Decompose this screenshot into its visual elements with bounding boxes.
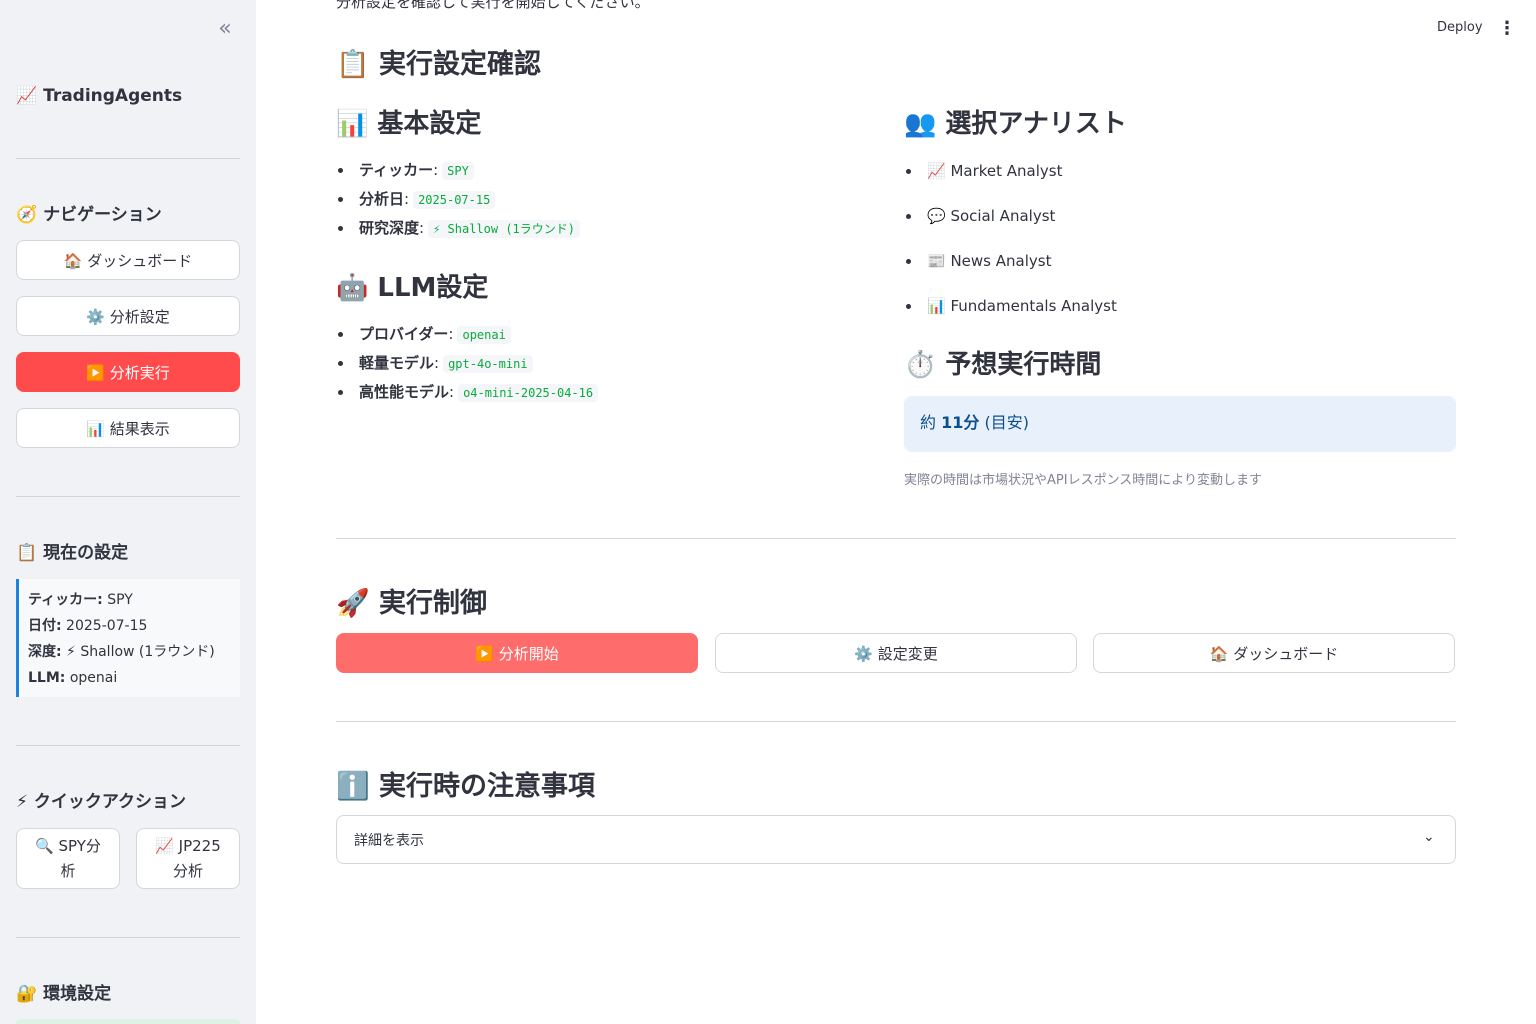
main-menu-icon[interactable]: ⋮ [1498, 19, 1516, 39]
analysts-list: 📈 Market Analyst 💬 Social Analyst 📰 News… [904, 156, 1117, 336]
list-item: 高性能モデル: o4-mini-2025-04-16 [336, 378, 599, 407]
expander-label: 詳細を表示 [354, 833, 424, 849]
estimated-time-box: 約 11分 (目安) [904, 396, 1456, 452]
nav-dashboard-button[interactable]: 🏠 ダッシュボード [16, 240, 240, 280]
current-settings-box: ティッカー: SPY 日付: 2025-07-15 深度: ⚡ Shallow … [16, 579, 240, 697]
section-divider [336, 538, 1456, 539]
list-item: 研究深度: ⚡ Shallow (1ラウンド) [336, 214, 580, 243]
analyst-item: 📰 News Analyst [904, 246, 1117, 291]
start-analysis-button[interactable]: ▶️ 分析開始 [336, 633, 698, 673]
llm-settings-list: プロバイダー: openai 軽量モデル: gpt-4o-mini 高性能モデル: o… [336, 320, 599, 407]
current-llm: LLM: openai [28, 670, 118, 686]
chevron-down-icon: ⌄ [1423, 829, 1435, 845]
intro-text: 分析設定を確認して実行を開始してください。 [336, 0, 650, 11]
basic-settings-list: ティッカー: SPY 分析日: 2025-07-15 研究深度: ⚡ Shallow … [336, 156, 580, 243]
list-item: 分析日: 2025-07-15 [336, 185, 580, 214]
sidebar-divider [16, 158, 240, 159]
dashboard-button[interactable]: 🏠 ダッシュボード [1093, 633, 1455, 673]
analyst-item: 💬 Social Analyst [904, 201, 1117, 246]
analyst-item: 📊 Fundamentals Analyst [904, 291, 1117, 336]
env-settings-title: 🔐 環境設定 [16, 984, 112, 1004]
list-item: ティッカー: SPY [336, 156, 580, 185]
collapse-sidebar-icon[interactable]: « [213, 18, 237, 42]
deploy-button[interactable]: Deploy [1437, 20, 1483, 35]
confirm-title: 📋 実行設定確認 [336, 49, 542, 80]
estimated-time-title: ⏱️ 予想実行時間 [904, 350, 1102, 380]
nav-title: 🧭 ナビゲーション [16, 205, 162, 225]
details-expander[interactable]: 詳細を表示 ⌄ [336, 815, 1456, 864]
list-item: 軽量モデル: gpt-4o-mini [336, 349, 598, 378]
quick-spy-analysis-button[interactable]: 🔍 SPY分 析 [16, 828, 120, 889]
current-settings-title: 📋 現在の設定 [16, 543, 129, 563]
llm-settings-title: 🤖 LLM設定 [336, 273, 489, 303]
sidebar: « 📈 TradingAgents 🧭 ナビゲーション 🏠 ダッシュボード ⚙️… [0, 0, 256, 1024]
quick-jp225-analysis-button[interactable]: 📈 JP225 分析 [136, 828, 240, 889]
sidebar-divider [16, 496, 240, 497]
current-date: 日付: 2025-07-15 [28, 618, 148, 634]
nav-results-button[interactable]: 📊 結果表示 [16, 408, 240, 448]
current-depth: 深度: ⚡ Shallow (1ラウンド) [28, 644, 215, 660]
env-status-box [16, 1019, 240, 1024]
estimated-time-caption: 実際の時間は市場状況やAPIレスポンス時間により変動します [904, 473, 1263, 488]
selected-analysts-title: 👥 選択アナリスト [904, 109, 1127, 139]
current-ticker: ティッカー: SPY [28, 592, 133, 608]
section-divider [336, 721, 1456, 722]
change-settings-button[interactable]: ⚙️ 設定変更 [715, 633, 1077, 673]
execution-control-title: 🚀 実行制御 [336, 588, 488, 619]
list-item: プロバイダー: openai [336, 320, 598, 349]
nav-analysis-settings-button[interactable]: ⚙️ 分析設定 [16, 296, 240, 336]
analyst-item: 📈 Market Analyst [904, 156, 1117, 201]
quick-actions-title: ⚡ クイックアクション [16, 792, 187, 812]
notes-title: ℹ️ 実行時の注意事項 [336, 771, 596, 802]
basic-settings-title: 📊 基本設定 [336, 109, 482, 139]
app-title: 📈 TradingAgents [16, 86, 183, 106]
nav-run-analysis-button[interactable]: ▶️ 分析実行 [16, 352, 240, 392]
sidebar-divider [16, 745, 240, 746]
sidebar-divider [16, 937, 240, 938]
